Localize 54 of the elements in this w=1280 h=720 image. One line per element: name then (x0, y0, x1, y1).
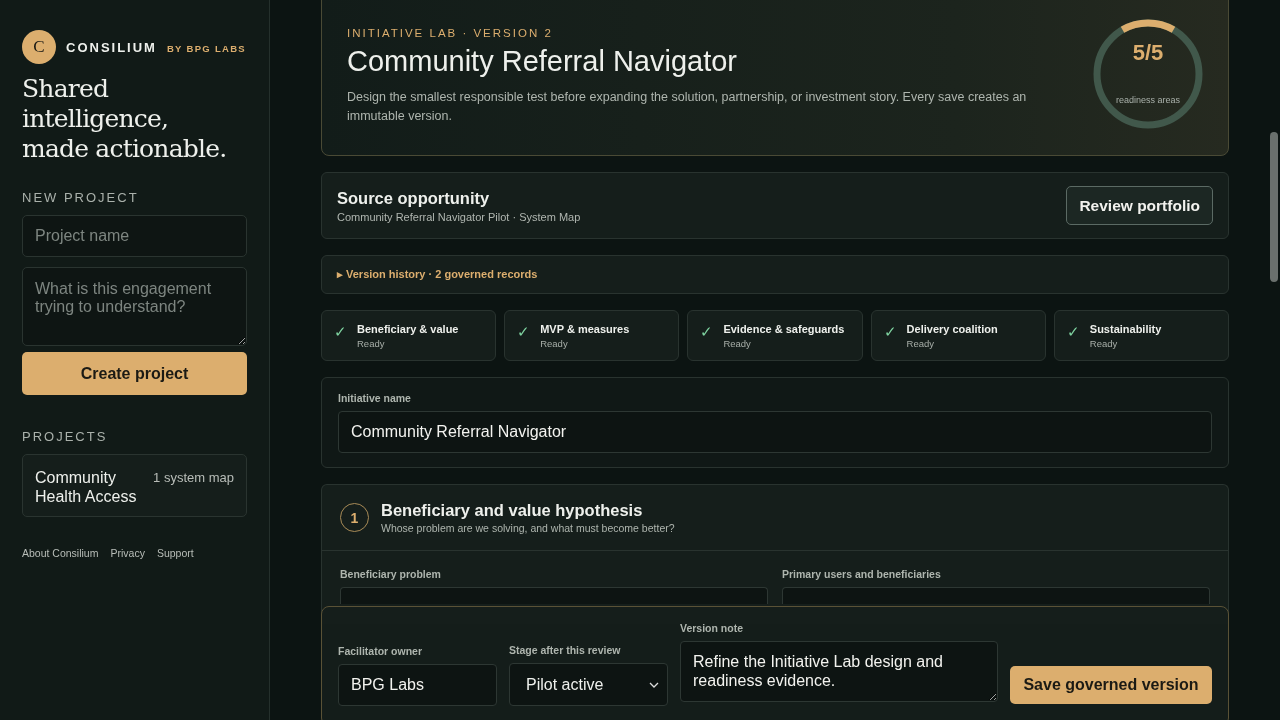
field-label: Facilitator owner (338, 645, 423, 657)
page-title: Community Referral Navigator (347, 45, 738, 78)
initiative-name-field[interactable]: Community Referral Navigator (338, 411, 1212, 453)
footer-link[interactable]: Support (156, 547, 194, 559)
section-subtitle: Whose problem are we solving, and what must become better? (381, 522, 675, 534)
source-subtitle: Community Referral Navigator Pilot · System Map (337, 210, 581, 223)
source-title: Source opportunity (337, 188, 491, 208)
check-icon: ✓ (700, 323, 714, 341)
step-status: Ready (540, 338, 569, 349)
logo-icon: C (22, 30, 56, 64)
project-name: Community Health Access (35, 468, 138, 506)
step-name: MVP & measures (540, 323, 630, 335)
tagline: Shared intelligence, made actionable. (22, 74, 228, 164)
description: Design the smallest responsible test before expanding the solution, partnership, or investment story. Every save creates an immutable version. (347, 89, 1028, 125)
owner-field[interactable]: BPG Labs (338, 664, 497, 706)
chevron-down-icon (649, 681, 659, 688)
check-icon: ✓ (517, 323, 531, 341)
readiness-value: 5/5 (1131, 40, 1165, 66)
check-icon: ✓ (334, 323, 347, 341)
step-status: Ready (1089, 338, 1119, 349)
check-icon: ✓ (883, 323, 897, 341)
eyebrow: INITIATIVE LAB · VERSION 2 (347, 27, 554, 39)
version-history-toggle[interactable]: ▸ Version history · 2 governed records (337, 268, 538, 281)
section-heading: NEW PROJECT (22, 190, 140, 205)
project-count: 1 system map (153, 470, 234, 485)
brand-subtitle: BY BPG LABS (166, 42, 246, 54)
project-card[interactable]: Community Health Access 1 system map (22, 454, 247, 517)
step-name: Delivery coalition (906, 323, 998, 335)
section-title: Beneficiary and value hypothesis (381, 501, 644, 520)
step-name: Sustainability (1089, 323, 1162, 335)
step-status: Ready (906, 338, 936, 349)
save-version-button[interactable]: Save governed version (1010, 666, 1212, 704)
section-heading: PROJECTS (22, 429, 109, 444)
step-status: Ready (357, 338, 386, 349)
version-note-field[interactable]: Refine the Initiative Lab design and readiness evidence. (680, 641, 998, 702)
scrollbar-thumb[interactable] (1270, 132, 1278, 282)
field-label: Stage after this review (509, 644, 622, 656)
review-portfolio-button[interactable]: Review portfolio (1066, 186, 1213, 225)
footer-link[interactable]: Privacy (110, 547, 145, 559)
create-project-button[interactable]: Create project (22, 352, 247, 395)
stage-select[interactable]: Pilot active (509, 663, 668, 706)
step-name: Beneficiary & value (357, 323, 459, 335)
field-label: Initiative name (338, 392, 412, 404)
field-label: Primary users and beneficiaries (782, 568, 942, 580)
footer-link[interactable]: About Consilium (22, 547, 99, 559)
field-label: Version note (680, 622, 744, 634)
question-field[interactable]: What is this engagement trying to understand? (22, 267, 247, 346)
field-label: Beneficiary problem (340, 568, 442, 580)
readiness-label: readiness areas (1114, 95, 1181, 105)
step-status: Ready (723, 338, 752, 349)
check-icon: ✓ (1066, 323, 1080, 341)
brand-name: CONSILIUM (66, 39, 157, 55)
step-name: Evidence & safeguards (723, 323, 845, 335)
project-name-field[interactable]: Project name (22, 215, 247, 257)
